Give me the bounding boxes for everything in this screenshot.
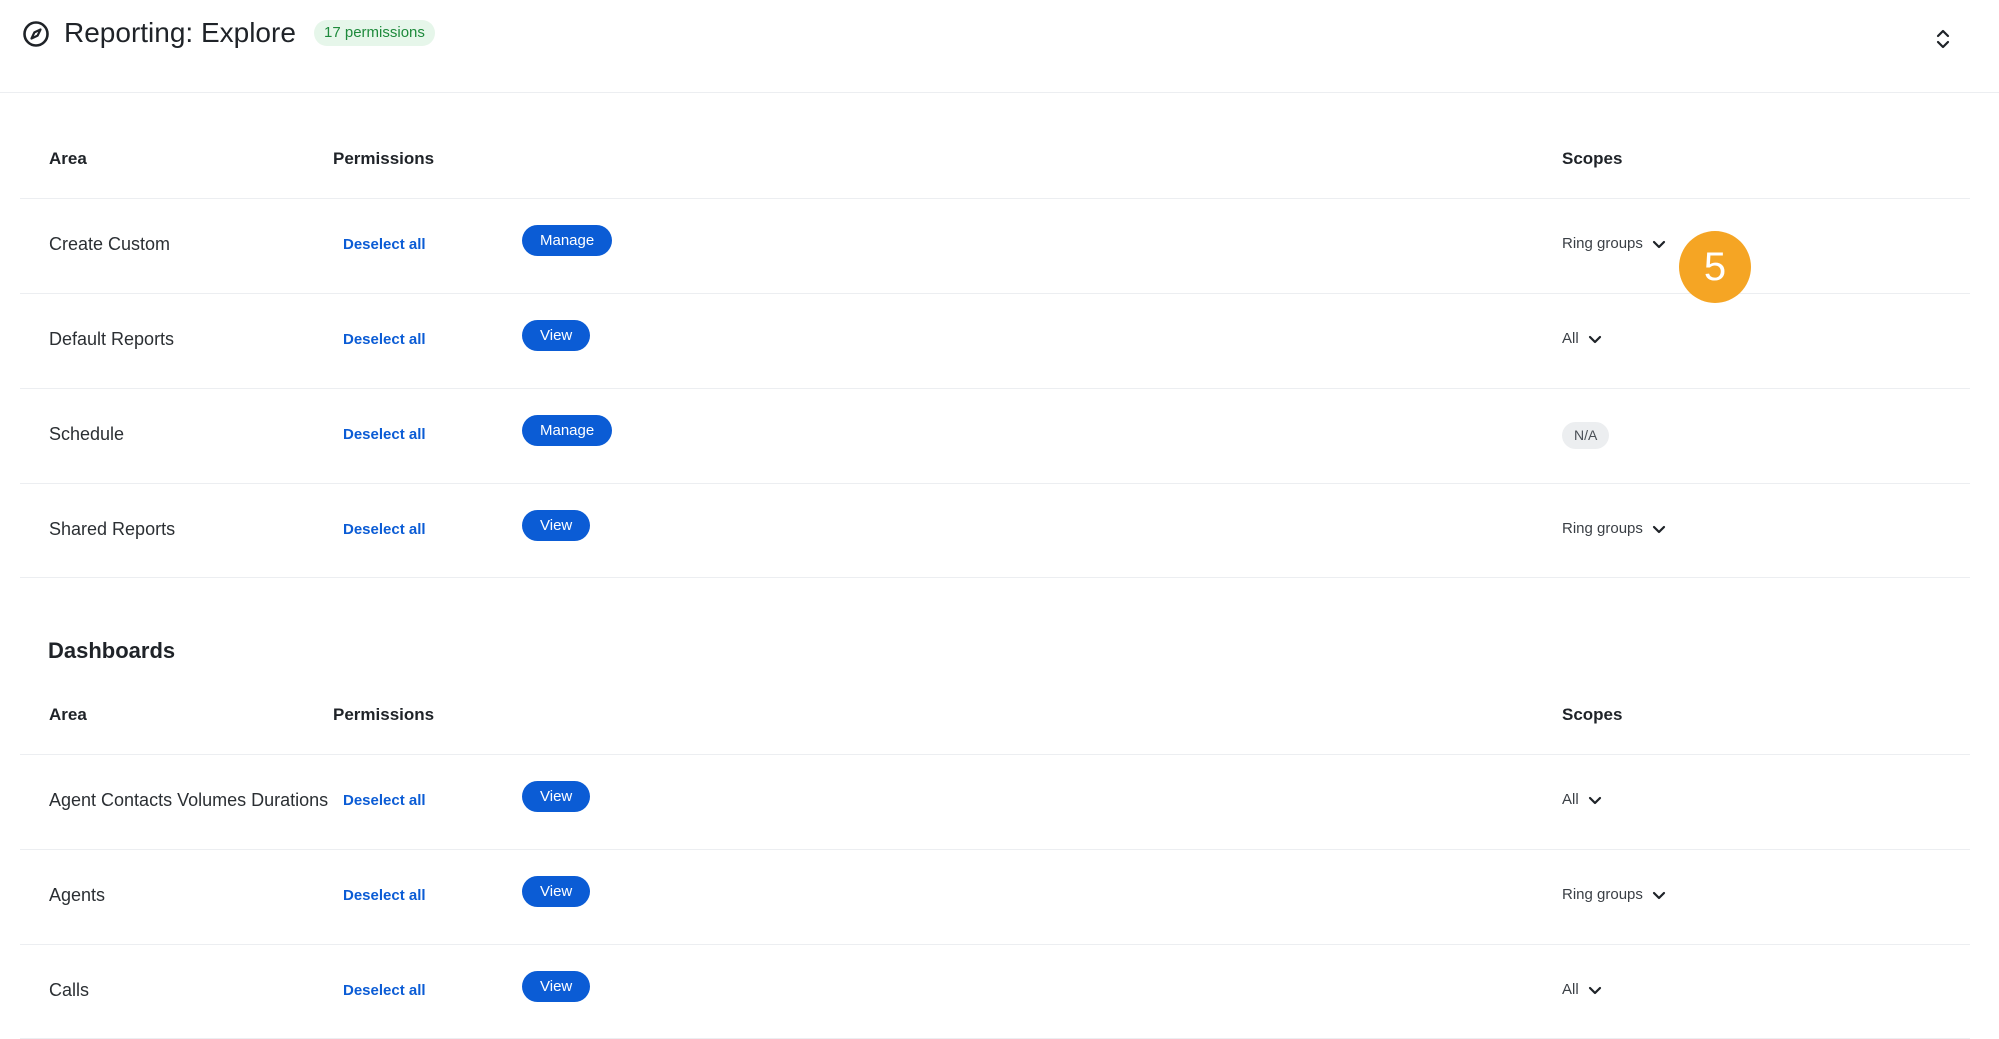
section-header: Reporting: Explore 17 permissions <box>0 0 1999 93</box>
scope-dropdown[interactable]: All <box>1562 791 1603 808</box>
scope-value: All <box>1562 791 1579 808</box>
table-row: Default Reports Deselect all View All <box>20 293 1970 388</box>
row-area-label: Agents <box>49 885 106 905</box>
view-permission-toggle[interactable]: View <box>522 876 591 907</box>
table-row: Calls Deselect all View All <box>20 944 1970 1039</box>
table-row: Agents Deselect all View Ring groups <box>20 849 1970 944</box>
scope-dropdown[interactable]: Ring groups <box>1562 886 1667 903</box>
permissions-count-badge: 17 permissions <box>314 20 435 46</box>
deselect-all-link[interactable]: Deselect all <box>343 792 426 809</box>
scope-dropdown[interactable]: All <box>1562 330 1603 347</box>
scope-value: All <box>1562 981 1579 998</box>
deselect-all-link[interactable]: Deselect all <box>343 521 426 538</box>
view-permission-toggle[interactable]: View <box>522 971 591 1002</box>
column-header-area: Area <box>49 705 87 724</box>
view-permission-toggle[interactable]: View <box>522 781 591 812</box>
column-header-scopes: Scopes <box>1562 705 1623 724</box>
view-permission-toggle[interactable]: View <box>522 510 591 541</box>
chevron-down-icon <box>1588 986 1601 994</box>
table-row: Shared Reports Deselect all View Ring gr… <box>20 483 1970 578</box>
collapse-icon[interactable] <box>1930 26 1956 52</box>
chevron-down-icon <box>1652 525 1665 533</box>
step-marker: 5 <box>1679 231 1751 303</box>
chevron-down-icon <box>1588 796 1601 804</box>
row-area-label: Calls <box>49 980 90 1000</box>
row-area-label: Create Custom <box>49 234 171 254</box>
scope-value: Ring groups <box>1562 886 1643 903</box>
scope-dropdown[interactable]: Ring groups <box>1562 235 1667 252</box>
deselect-all-link[interactable]: Deselect all <box>343 236 426 253</box>
deselect-all-link[interactable]: Deselect all <box>343 426 426 443</box>
scope-dropdown[interactable]: Ring groups <box>1562 520 1667 537</box>
chevron-down-icon <box>1588 335 1601 343</box>
table-row: Create Custom Deselect all Manage Ring g… <box>20 198 1970 293</box>
chevron-down-icon <box>1652 891 1665 899</box>
scope-value: Ring groups <box>1562 520 1643 537</box>
table-row: Schedule Deselect all Manage N/A <box>20 388 1970 483</box>
scope-value: All <box>1562 330 1579 347</box>
table-row: Agent Contacts Volumes Durations Deselec… <box>20 754 1970 849</box>
row-area-label: Shared Reports <box>49 519 176 539</box>
manage-permission-toggle[interactable]: Manage <box>522 415 613 446</box>
scope-na-badge: N/A <box>1562 422 1610 449</box>
scope-dropdown[interactable]: All <box>1562 981 1603 998</box>
column-header-permissions: Permissions <box>333 149 435 168</box>
deselect-all-link[interactable]: Deselect all <box>343 887 426 904</box>
manage-permission-toggle[interactable]: Manage <box>522 225 613 256</box>
row-area-label: Agent Contacts Volumes Durations <box>49 790 329 810</box>
column-header-scopes: Scopes <box>1562 149 1623 168</box>
column-header-area: Area <box>49 149 87 168</box>
column-header-permissions: Permissions <box>333 705 435 724</box>
page-title: Reporting: Explore <box>64 17 296 48</box>
chevron-down-icon <box>1652 240 1665 248</box>
compass-icon <box>23 21 49 47</box>
deselect-all-link[interactable]: Deselect all <box>343 982 426 999</box>
row-area-label: Default Reports <box>49 329 175 349</box>
section-title-dashboards: Dashboards <box>48 638 176 663</box>
scope-value: Ring groups <box>1562 235 1643 252</box>
deselect-all-link[interactable]: Deselect all <box>343 331 426 348</box>
row-area-label: Schedule <box>49 424 125 444</box>
view-permission-toggle[interactable]: View <box>522 320 591 351</box>
